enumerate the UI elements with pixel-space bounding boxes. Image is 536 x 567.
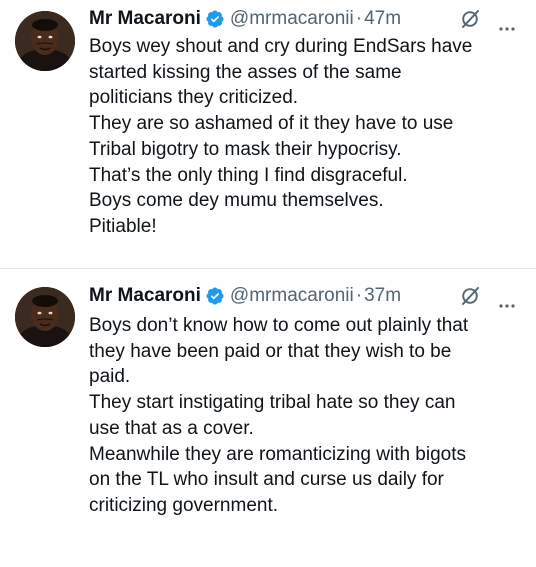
tweet-timestamp[interactable]: 47m [364, 8, 401, 30]
tweet-text-line: use that as a cover. [89, 417, 254, 439]
tweet-text-line: they have been paid or that they wish to… [89, 340, 452, 362]
verified-badge-icon [205, 9, 225, 29]
tweet-2[interactable]: Mr Macaroni @mrmacaronii · 37m Boys don’… [0, 270, 536, 567]
tweet-text-line: They start instigating tribal hate so th… [89, 392, 456, 414]
tweet-text-line: politicians they criticized. [89, 87, 299, 109]
tweet-text-line: paid. [89, 366, 131, 388]
tweet-text-line: Meanwhile they are romanticizing with bi… [89, 443, 467, 465]
tweet-text-line: They are so ashamed of it they have to u… [89, 113, 454, 135]
more-options-icon[interactable] [498, 293, 516, 308]
author-name[interactable]: Mr Macaroni [89, 285, 201, 307]
tweet-divider [0, 268, 536, 269]
tweet-header: Mr Macaroni @mrmacaronii · 37m [89, 283, 522, 309]
tweet-timestamp[interactable]: 37m [364, 285, 401, 307]
author-handle[interactable]: @mrmacaronii [230, 285, 354, 307]
tweet-text-line: criticizing government. [89, 494, 279, 516]
header-separator: · [355, 8, 363, 29]
grok-icon[interactable] [460, 286, 480, 306]
more-options-icon[interactable] [498, 16, 516, 31]
tweet-text: Boys wey shout and cry during EndSars ha… [89, 34, 529, 240]
tweet-text-line: Pitiable! [89, 215, 157, 237]
tweet-1[interactable]: Mr Macaroni @mrmacaronii · 47m Boys wey … [0, 0, 536, 268]
author-avatar[interactable] [15, 11, 75, 71]
tweet-text-line: Tribal bigotry to mask their hypocrisy. [89, 138, 402, 160]
header-separator: · [355, 285, 363, 306]
tweet-text-line: Boys don’t know how to come out plainly … [89, 315, 469, 336]
tweet-text-line: started kissing the asses of the same [89, 61, 402, 83]
author-handle[interactable]: @mrmacaronii [230, 8, 354, 30]
tweet-text-line: That’s the only thing I find disgraceful… [89, 164, 408, 186]
tweet-text-line: Boys come dey mumu themselves. [89, 190, 384, 212]
tweet-text: Boys don’t know how to come out plainly … [89, 313, 529, 519]
tweet-text-line: Boys wey shout and cry during EndSars ha… [89, 36, 473, 57]
grok-icon[interactable] [460, 9, 480, 29]
verified-badge-icon [205, 286, 225, 306]
tweet-text-line: on the TL who insult and curse us daily … [89, 469, 444, 491]
author-avatar[interactable] [15, 287, 75, 347]
tweet-header: Mr Macaroni @mrmacaronii · 47m [89, 6, 522, 32]
author-name[interactable]: Mr Macaroni [89, 8, 201, 30]
